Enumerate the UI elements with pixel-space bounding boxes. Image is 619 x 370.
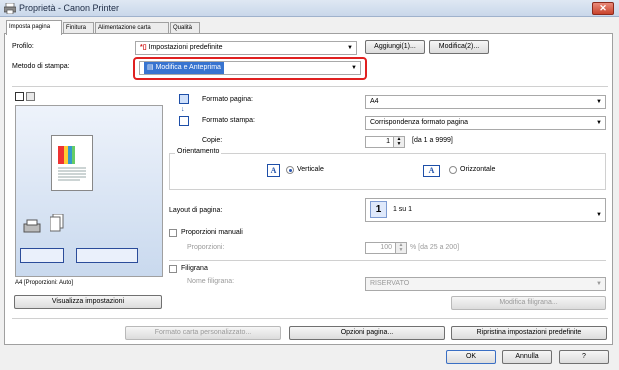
- page-size-label: Formato pagina:: [202, 96, 253, 103]
- orientation-group: [169, 153, 606, 190]
- chevron-down-icon: ▼: [596, 212, 602, 218]
- chevron-down-icon: ▼: [347, 45, 353, 51]
- watermark-label: Filigrana: [181, 265, 208, 272]
- copies-range: [da 1 a 9999]: [412, 137, 453, 144]
- view-settings-button[interactable]: Visualizza impostazioni: [14, 295, 162, 309]
- scale-label: Proporzioni:: [187, 244, 225, 251]
- custom-paper-size-button[interactable]: Formato carta personalizzato...: [125, 326, 281, 340]
- output-size-value: Corrispondenza formato pagina: [370, 119, 469, 126]
- cancel-button[interactable]: Annulla: [502, 350, 552, 364]
- dialog-body: Imposta pagina Finitura Alimentazione ca…: [0, 17, 619, 370]
- watermark-value: RISERVATO: [370, 280, 410, 287]
- stack-pages-icon: [49, 213, 64, 232]
- close-button[interactable]: ✕: [592, 2, 614, 15]
- profile-value: Impostazioni predefinite: [148, 44, 223, 51]
- page-options-button[interactable]: Opzioni pagina...: [289, 326, 445, 340]
- print-method-value: Modifica e Anteprima: [155, 64, 221, 71]
- divider: [12, 86, 608, 87]
- chevron-down-icon: ▼: [596, 99, 602, 105]
- layout-value: 1 su 1: [392, 206, 413, 213]
- duplex-icon[interactable]: [76, 248, 138, 263]
- copies-label: Copie:: [202, 137, 223, 144]
- print-method-select[interactable]: ▤ Modifica e Anteprima ▼: [139, 61, 361, 75]
- page-view-icon[interactable]: [15, 92, 24, 101]
- watermark-select[interactable]: RISERVATO ▼: [365, 277, 606, 291]
- chevron-down-icon: ▼: [351, 65, 357, 71]
- layout-label: Layout di pagina:: [169, 207, 223, 214]
- output-size-icon: [179, 116, 189, 126]
- restore-defaults-button[interactable]: Ripristina impostazioni predefinite: [451, 326, 607, 340]
- copies-value: 1: [386, 138, 390, 145]
- portrait-radio[interactable]: [286, 166, 294, 174]
- profile-select[interactable]: *▯ Impostazioni predefinite ▼: [135, 41, 357, 55]
- layout-badge: 1: [370, 200, 387, 218]
- window-title: Proprietà - Canon Printer: [19, 3, 120, 13]
- page-setup-panel: Profilo: *▯ Impostazioni predefinite ▼ A…: [4, 33, 613, 345]
- watermark-checkbox[interactable]: [169, 265, 177, 273]
- divider: [12, 318, 608, 319]
- page-size-select[interactable]: A4 ▼: [365, 95, 606, 109]
- orientation-label: Orientamento: [175, 148, 222, 155]
- printer-icon: [22, 218, 42, 234]
- profile-label: Profilo:: [12, 43, 34, 50]
- landscape-radio[interactable]: [449, 166, 457, 174]
- tab-page-setup[interactable]: Imposta pagina: [6, 20, 62, 35]
- ok-button[interactable]: OK: [446, 350, 496, 364]
- title-bar: Proprietà - Canon Printer ✕: [0, 0, 619, 17]
- page-size-icon: [179, 94, 189, 104]
- page-size-value: A4: [370, 98, 379, 105]
- arrow-down-icon: ↓: [181, 106, 185, 113]
- profile-document-icon: *▯: [140, 44, 147, 51]
- edit-profile-button[interactable]: Modifica(2)...: [429, 40, 489, 54]
- printer-icon: [4, 3, 16, 14]
- printer-view-icon[interactable]: [26, 92, 35, 101]
- spinner-arrows-icon[interactable]: ▲ ▼: [393, 137, 404, 147]
- staple-icon[interactable]: [20, 248, 64, 263]
- scale-value: 100: [380, 244, 392, 251]
- chevron-down-icon: ▼: [596, 120, 602, 126]
- scale-range: % [da 25 a 200]: [410, 244, 460, 251]
- output-size-select[interactable]: Corrispondenza formato pagina ▼: [365, 116, 606, 130]
- landscape-label: Orizzontale: [460, 166, 496, 173]
- help-button[interactable]: ?: [559, 350, 609, 364]
- landscape-icon: A: [423, 165, 440, 177]
- preview-document-icon: ▤: [147, 64, 154, 71]
- portrait-icon: A: [267, 164, 280, 177]
- preview-caption: A4 [Proporzioni: Auto]: [15, 280, 74, 286]
- watermark-name-label: Nome filigrana:: [187, 278, 235, 285]
- layout-select[interactable]: 1 1 su 1 ▼: [365, 198, 606, 222]
- portrait-label: Verticale: [297, 166, 324, 173]
- manual-scaling-checkbox[interactable]: [169, 229, 177, 237]
- layout-preview: [15, 105, 163, 277]
- print-method-label: Metodo di stampa:: [12, 63, 70, 70]
- edit-watermark-button[interactable]: Modifica filigrana...: [451, 296, 606, 310]
- copies-spinner[interactable]: 1 ▲ ▼: [365, 136, 405, 148]
- chevron-down-icon: ▼: [596, 281, 602, 287]
- add-profile-button[interactable]: Aggiungi(1)...: [365, 40, 425, 54]
- spinner-arrows-icon[interactable]: ▲ ▼: [395, 243, 406, 253]
- scale-spinner[interactable]: 100 ▲ ▼: [365, 242, 407, 254]
- page-thumbnail: [51, 135, 93, 191]
- manual-scaling-label: Proporzioni manuali: [181, 229, 243, 236]
- divider: [169, 260, 606, 261]
- output-size-label: Formato stampa:: [202, 117, 255, 124]
